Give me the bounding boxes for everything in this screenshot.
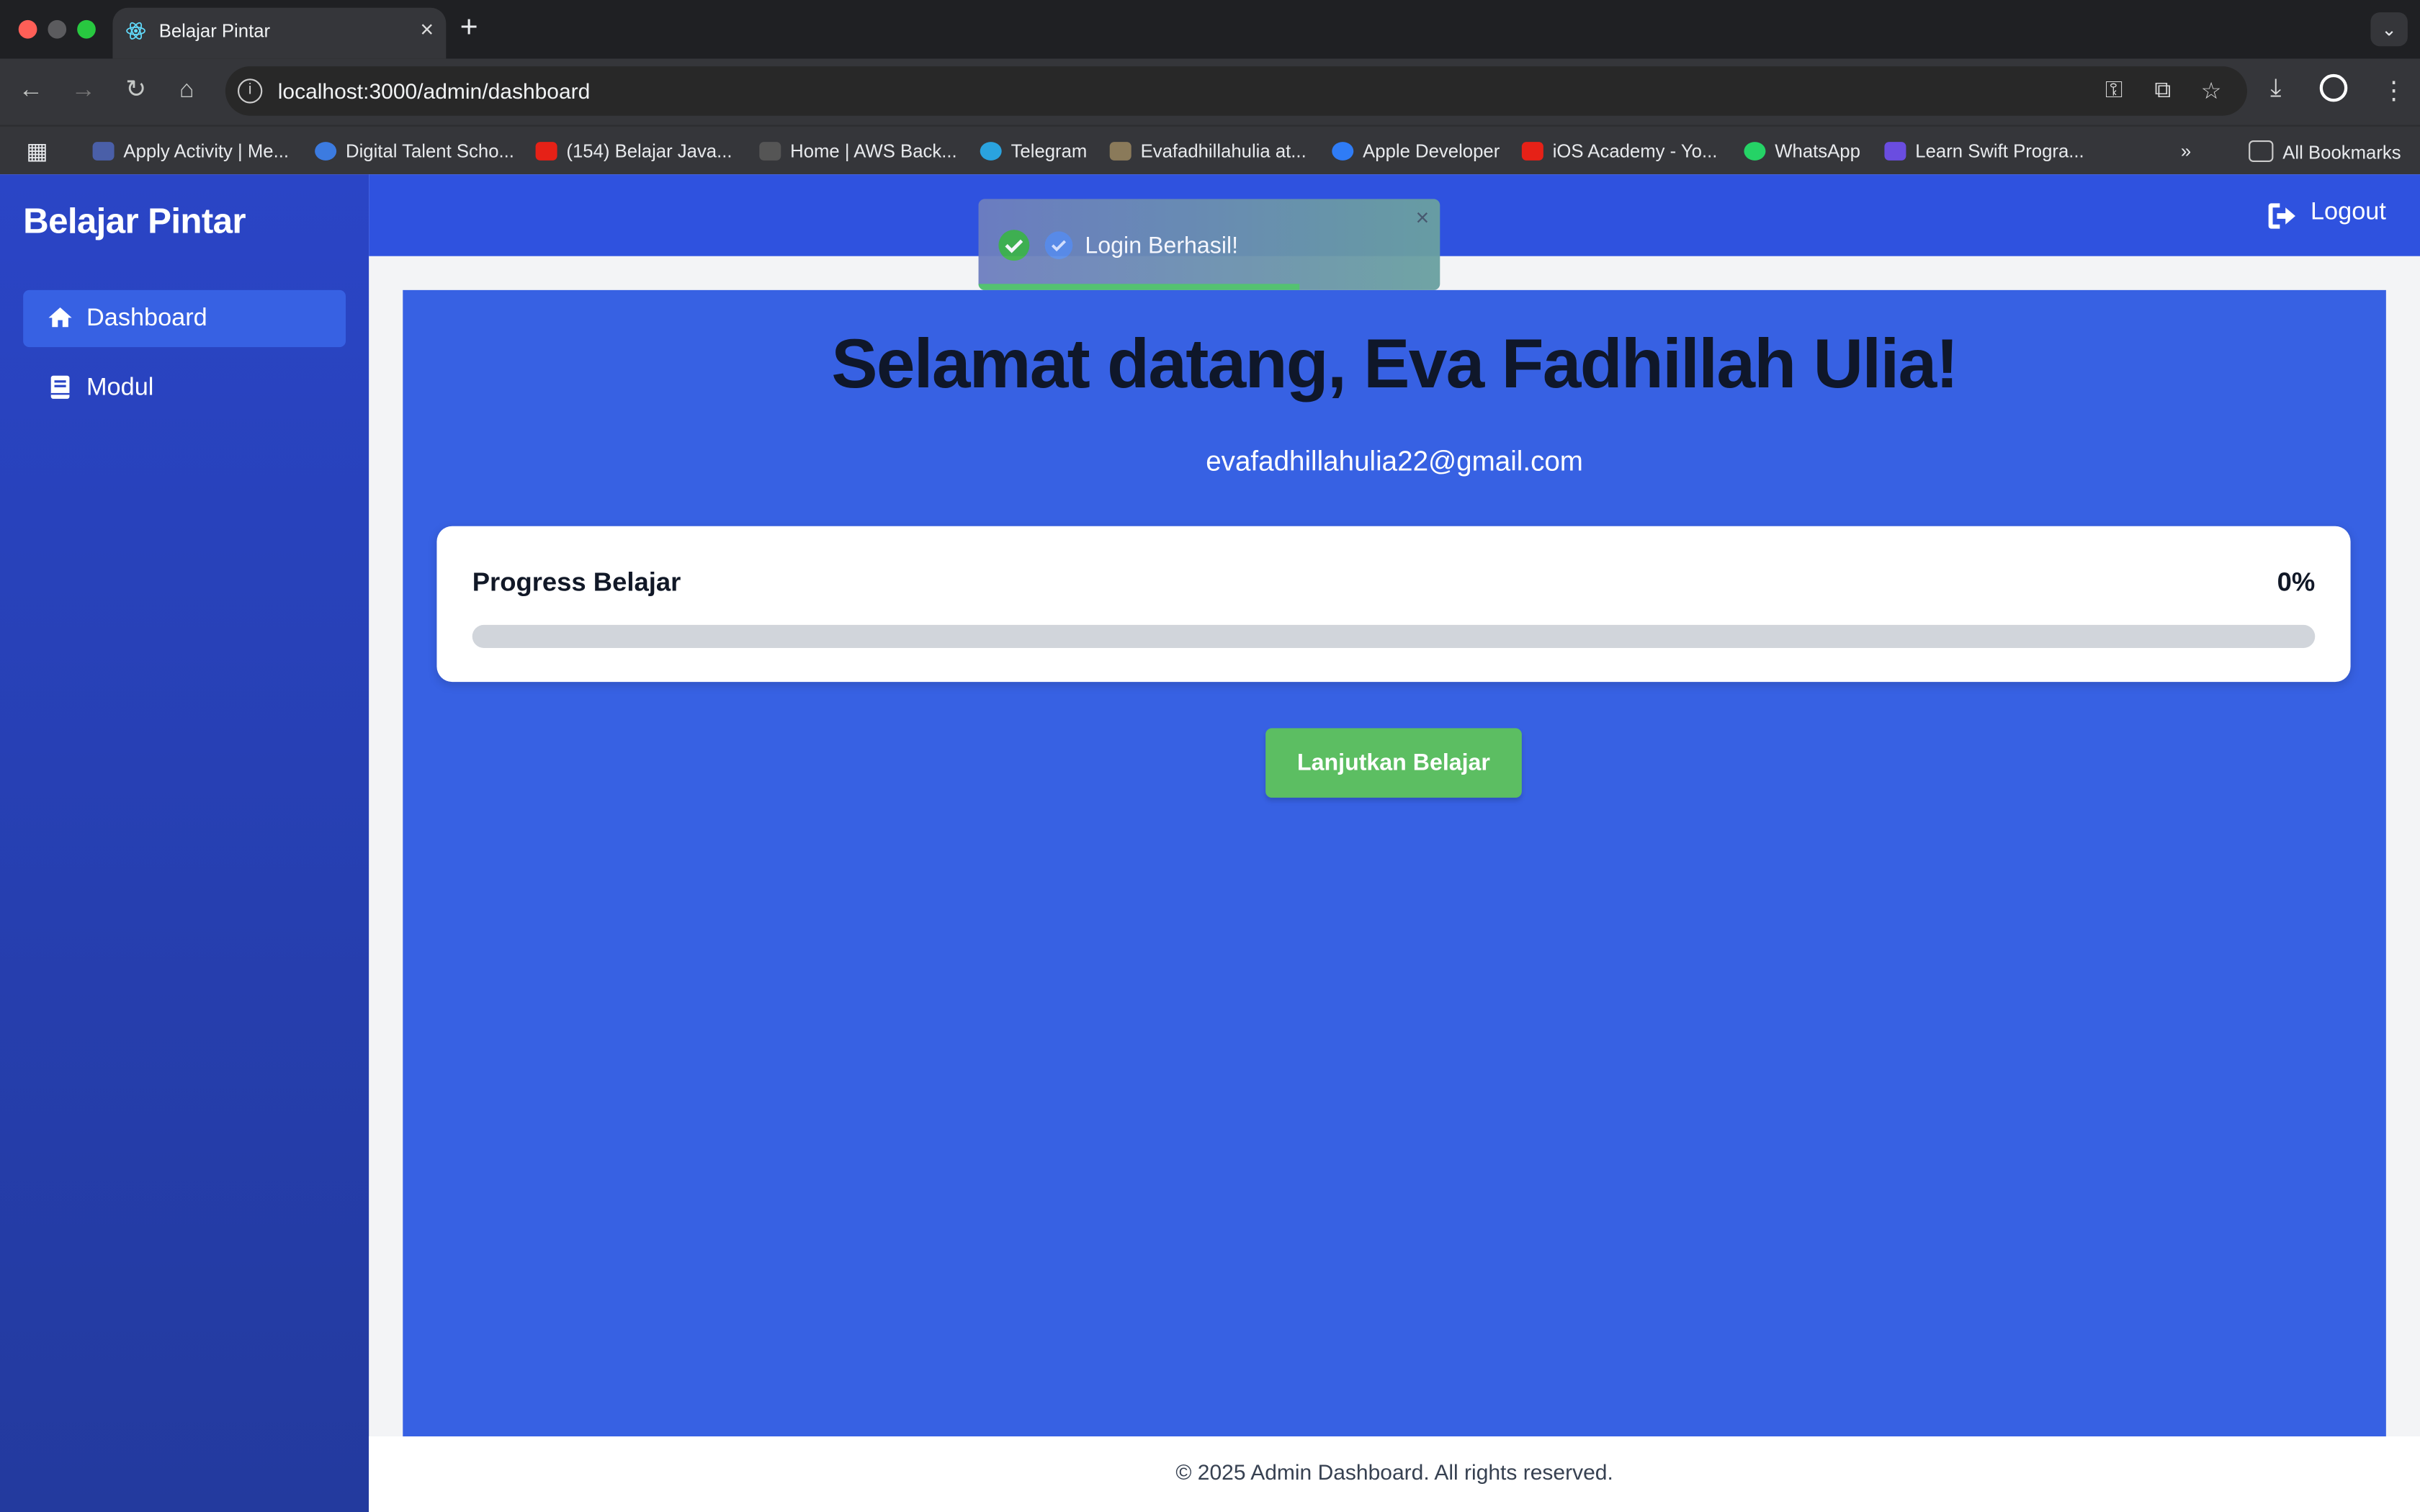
- sidebar-item-modul[interactable]: Modul: [23, 359, 346, 416]
- logout-button[interactable]: Logout: [2311, 199, 2386, 227]
- bookmark-label: Apple Developer: [1363, 140, 1500, 162]
- progress-bar: [472, 624, 2316, 648]
- brand-title: Belajar Pintar: [23, 200, 246, 241]
- telegram-icon: [980, 142, 1002, 161]
- tab-title: Belajar Pintar: [158, 19, 271, 42]
- footer: © 2025 Admin Dashboard. All rights reser…: [369, 1436, 2420, 1512]
- site-info-icon[interactable]: i: [238, 78, 263, 104]
- all-bookmarks-button[interactable]: All Bookmarks: [2249, 140, 2401, 163]
- more-bookmarks-icon[interactable]: »: [2181, 140, 2191, 162]
- tab-search-button[interactable]: ⌄: [2370, 12, 2408, 47]
- bookmark-label: Digital Talent Scho...: [346, 140, 514, 162]
- check-badge-icon: [1044, 231, 1073, 259]
- bookmark-label: Learn Swift Progra...: [1915, 140, 2084, 162]
- bookmark-label: (154) Belajar Java...: [566, 140, 732, 162]
- whatsapp-icon: [1744, 142, 1766, 161]
- bookmark-item[interactable]: Home | AWS Back...: [759, 140, 957, 162]
- toast-message: Login Berhasil!: [1085, 233, 1239, 259]
- maximize-window-button[interactable]: [77, 19, 96, 39]
- bookmark-favicon-icon: [315, 142, 337, 161]
- bookmark-label: WhatsApp: [1775, 140, 1860, 162]
- apps-grid-icon[interactable]: ▦: [26, 138, 48, 165]
- youtube-icon: [1521, 142, 1543, 161]
- reload-button[interactable]: ↻: [120, 76, 151, 107]
- close-window-button[interactable]: [18, 19, 37, 39]
- folder-icon: [2249, 140, 2274, 162]
- bookmark-label: Evafadhillahulia at...: [1140, 140, 1307, 162]
- bookmark-label: Home | AWS Back...: [790, 140, 957, 162]
- home-button[interactable]: ⌂: [171, 76, 202, 107]
- progress-title: Progress Belajar: [472, 567, 681, 598]
- bookmark-item[interactable]: Learn Swift Progra...: [1884, 140, 2084, 162]
- address-bar[interactable]: i localhost:3000/admin/dashboard ⚿ ⧉ ☆: [225, 66, 2247, 116]
- bookmark-star-icon[interactable]: ☆: [2201, 77, 2222, 104]
- welcome-heading: Selamat datang, Eva Fadhillah Ulia!: [831, 324, 1958, 403]
- more-menu-icon[interactable]: ⋮: [2381, 76, 2406, 107]
- user-email: evafadhillahulia22@gmail.com: [1206, 446, 1583, 477]
- continue-learning-button[interactable]: Lanjutkan Belajar: [1265, 728, 1522, 798]
- bookmark-label: iOS Academy - Yo...: [1552, 140, 1718, 162]
- bookmark-item[interactable]: iOS Academy - Yo...: [1521, 140, 1718, 162]
- sidebar: Belajar Pintar Dashboard Modul: [0, 174, 369, 1512]
- tab-strip: Belajar Pintar × + ⌄: [0, 0, 2420, 59]
- bookmark-favicon-icon: [92, 142, 115, 161]
- toast-notification: Login Berhasil! ×: [978, 199, 1440, 290]
- back-button[interactable]: ←: [15, 76, 46, 107]
- success-check-icon: [998, 230, 1030, 261]
- bookmark-favicon-icon: [1109, 142, 1131, 161]
- bookmark-label: Telegram: [1010, 140, 1088, 162]
- logout-icon[interactable]: [2266, 199, 2300, 233]
- profile-avatar-icon[interactable]: [2319, 73, 2348, 102]
- browser-chrome: Belajar Pintar × + ⌄ ← → ↻ ⌂ i localhost…: [0, 0, 2420, 176]
- forward-button[interactable]: →: [68, 76, 99, 107]
- bookmark-item[interactable]: WhatsApp: [1744, 140, 1860, 162]
- youtube-icon: [535, 142, 557, 161]
- sidebar-item-label: Dashboard: [86, 305, 207, 332]
- url-text[interactable]: localhost:3000/admin/dashboard: [278, 78, 591, 103]
- all-bookmarks-label: All Bookmarks: [2282, 142, 2401, 164]
- tab-close-icon[interactable]: ×: [420, 17, 434, 43]
- sidebar-item-label: Modul: [86, 374, 154, 402]
- password-key-icon[interactable]: ⚿: [2105, 77, 2123, 103]
- toast-timer-bar: [978, 284, 1300, 290]
- bookmark-item[interactable]: Apple Developer: [1332, 140, 1500, 162]
- install-app-icon[interactable]: ⧉: [2154, 77, 2171, 103]
- bookmarks-bar: ▦ Apply Activity | Me... Digital Talent …: [0, 125, 2420, 176]
- bookmark-item[interactable]: Apply Activity | Me...: [92, 140, 290, 162]
- bookmark-label: Apply Activity | Me...: [123, 140, 290, 162]
- main-content: Selamat datang, Eva Fadhillah Ulia! evaf…: [403, 289, 2386, 1436]
- sidebar-item-dashboard[interactable]: Dashboard: [23, 289, 346, 348]
- apple-icon: [1332, 142, 1354, 161]
- bookmark-item[interactable]: Telegram: [980, 140, 1088, 162]
- bookmark-item[interactable]: Evafadhillahulia at...: [1109, 140, 1307, 162]
- swift-icon: [1884, 142, 1906, 161]
- new-tab-button[interactable]: +: [460, 11, 478, 46]
- toast-close-icon[interactable]: ×: [1416, 205, 1430, 231]
- progress-card: Progress Belajar 0%: [436, 526, 2351, 683]
- browser-toolbar: ← → ↻ ⌂ i localhost:3000/admin/dashboard…: [0, 58, 2420, 125]
- home-icon: [48, 307, 72, 328]
- aws-icon: [759, 142, 781, 161]
- bookmark-item[interactable]: (154) Belajar Java...: [535, 140, 732, 162]
- bookmark-item[interactable]: Digital Talent Scho...: [315, 140, 514, 162]
- react-icon: [126, 22, 145, 40]
- book-icon: [50, 375, 70, 399]
- minimize-window-button[interactable]: [48, 19, 67, 39]
- footer-copyright: © 2025 Admin Dashboard. All rights reser…: [1175, 1459, 1613, 1485]
- progress-percent: 0%: [2277, 567, 2316, 598]
- app-root: Belajar Pintar Dashboard Modul Logout Se…: [0, 174, 2420, 1512]
- browser-tab[interactable]: Belajar Pintar ×: [112, 7, 447, 59]
- download-icon[interactable]: ⤓: [2270, 76, 2281, 104]
